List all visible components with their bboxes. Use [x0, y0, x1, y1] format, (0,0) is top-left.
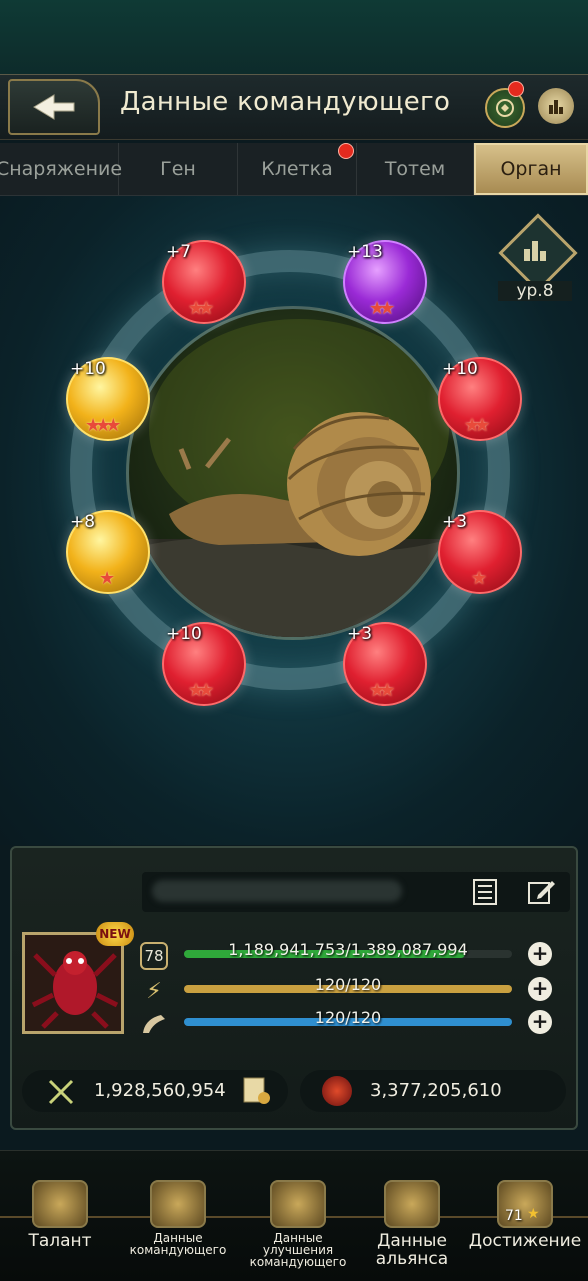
achievement-count: 71: [505, 1208, 523, 1224]
level-shield-icon: 78: [140, 942, 168, 970]
commander-name-redacted: [152, 880, 402, 902]
commander-avatar[interactable]: [22, 932, 124, 1034]
tab-label: Снаряжение: [0, 158, 123, 180]
nav-label: Талант: [28, 1231, 92, 1251]
new-badge: NEW: [96, 922, 134, 946]
stamina-add-button[interactable]: +: [528, 1010, 552, 1034]
share-icon: [496, 99, 514, 117]
organ-star-rating: ★★: [188, 680, 214, 701]
hp-value: 1,189,941,753/1,389,087,994: [228, 940, 468, 959]
nav-label: Данные командующего: [129, 1231, 227, 1257]
organ-level-label: +10: [70, 359, 106, 379]
organ-level-label: +7: [166, 242, 192, 262]
tab-gene[interactable]: Ген: [119, 143, 238, 195]
organ-star-rating: ★★: [188, 298, 214, 319]
tab-bar: Снаряжение Ген Клетка Тотем Орган: [0, 143, 588, 196]
organ-star-rating: ★★: [369, 680, 395, 701]
nav-label: Достижение: [468, 1231, 582, 1251]
nav-commander-upgrade-data[interactable]: Данные улучшения командующего: [238, 1180, 358, 1268]
nav-label: Данные улучшения командующего: [249, 1231, 347, 1269]
creature-portrait: [126, 306, 460, 640]
upgrade-scroll-icon: [270, 1180, 326, 1228]
alliance-icon: [384, 1180, 440, 1228]
tab-organ[interactable]: Орган: [474, 143, 588, 195]
organ-level-label: +13: [347, 242, 383, 262]
stamina-stat-row: 120/120 +: [140, 1008, 560, 1038]
organ-star-rating: ★: [471, 568, 487, 589]
document-icon[interactable]: [470, 877, 500, 907]
nav-label: Данные альянса: [375, 1231, 449, 1269]
organ-star-rating: ★★★: [85, 415, 122, 436]
back-button[interactable]: [8, 79, 100, 135]
tab-label: Орган: [500, 158, 562, 180]
bars-icon: [524, 241, 546, 261]
nav-commander-data[interactable]: Данные командующего: [122, 1180, 234, 1256]
organ-star-rating: ★★: [369, 298, 395, 319]
energy-stat-row: ⚡ 120/120 +: [140, 975, 560, 1005]
hp-stat-row: 78 1,189,941,753/1,389,087,994 +: [140, 940, 560, 970]
achievement-icon: 71 ★: [497, 1180, 553, 1228]
kills-value: 3,377,205,610: [370, 1080, 502, 1101]
tab-label: Ген: [160, 158, 196, 180]
crossed-swords-icon: [48, 1079, 74, 1105]
organ-star-rating: ★★: [464, 415, 490, 436]
page-title: Данные командующего: [120, 87, 451, 117]
bar-chart-icon: [549, 100, 563, 114]
organ-star-rating: ★: [99, 568, 115, 589]
tab-notification-dot: [338, 143, 354, 159]
organ-level-badge[interactable]: ур.8: [498, 213, 578, 305]
energy-value: 120/120: [314, 975, 382, 994]
nav-talent[interactable]: Талант: [18, 1180, 102, 1250]
power-box[interactable]: 1,928,560,954: [22, 1070, 288, 1112]
top-background: [0, 0, 588, 80]
stamina-value: 120/120: [314, 1008, 382, 1027]
share-notification-dot: [508, 81, 524, 97]
organ-level-label: +3: [347, 624, 373, 644]
horn-icon: [140, 1010, 168, 1038]
power-value: 1,928,560,954: [94, 1080, 226, 1101]
tab-cell[interactable]: Клетка: [238, 143, 357, 195]
tab-label: Тотем: [384, 158, 446, 180]
organ-level-label: +10: [442, 359, 478, 379]
commander-icon: [150, 1180, 206, 1228]
scroll-icon: [243, 1077, 270, 1104]
hp-add-button[interactable]: +: [528, 942, 552, 966]
organ-level-label: +10: [166, 624, 202, 644]
tab-label: Клетка: [261, 158, 333, 180]
crown-icon: [32, 1180, 88, 1228]
ranking-button[interactable]: [538, 88, 574, 124]
edit-icon[interactable]: [526, 877, 556, 907]
organ-level-label: +8: [70, 512, 96, 532]
nav-achievement[interactable]: 71 ★ Достижение: [468, 1180, 582, 1250]
kills-box: 3,377,205,610: [300, 1070, 566, 1112]
organ-level-label: +3: [442, 512, 468, 532]
header-bar: Данные командующего: [0, 74, 588, 140]
star-icon: ★: [527, 1206, 540, 1222]
back-arrow-icon: [33, 94, 75, 120]
commander-level: 78: [144, 947, 164, 965]
tab-equipment[interactable]: Снаряжение: [0, 143, 123, 195]
organ-level-label: ур.8: [498, 281, 572, 301]
snail-illustration: [129, 319, 457, 637]
insect-avatar-icon: [25, 935, 121, 1031]
nav-alliance-data[interactable]: Данные альянса: [366, 1180, 458, 1268]
energy-add-button[interactable]: +: [528, 977, 552, 1001]
lightning-icon: ⚡: [146, 978, 162, 1004]
tab-totem[interactable]: Тотем: [357, 143, 474, 195]
kills-icon: [322, 1076, 352, 1106]
